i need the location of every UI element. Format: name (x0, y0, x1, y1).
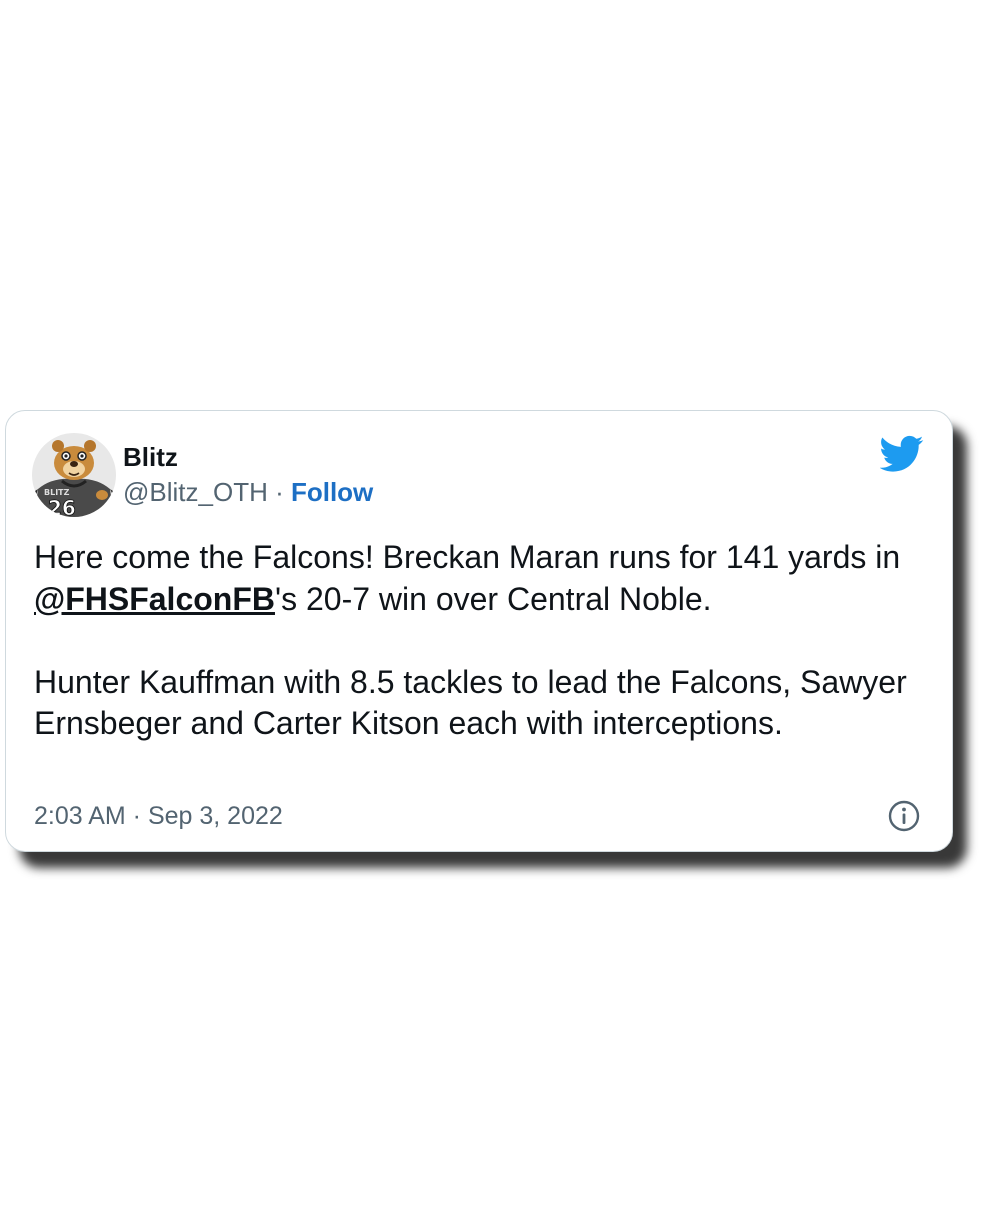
tweet-time: 2:03 AM (34, 802, 126, 830)
tweet-paragraph-1: Here come the Falcons! Breckan Maran run… (34, 537, 934, 620)
author-name[interactable]: Blitz (123, 442, 178, 472)
author-avatar[interactable]: BLITZ 26 (32, 433, 116, 517)
tweet-date: Sep 3, 2022 (147, 802, 283, 830)
avatar-jersey-number: 26 (48, 496, 76, 517)
tweet-card[interactable]: BLITZ 26 Blitz @Blitz_OTH · Follow Here … (5, 410, 953, 852)
tweet-timestamp[interactable]: 2:03 AM · Sep 3, 2022 (34, 801, 283, 831)
tweet-text-prefix: Here come the Falcons! Breckan Maran run… (34, 539, 901, 575)
info-icon[interactable] (888, 800, 920, 832)
twitter-bird-icon[interactable] (879, 435, 924, 473)
avatar-image: BLITZ 26 (32, 433, 116, 517)
tweet-text-suffix: 's 20-7 win over Central Noble. (274, 580, 712, 617)
tweet-paragraph-2: Hunter Kauffman with 8.5 tackles to lead… (34, 663, 907, 742)
tweet-header: BLITZ 26 Blitz @Blitz_OTH · Follow (6, 411, 952, 521)
tweet-text: Here come the Falcons! Breckan Maran run… (34, 537, 934, 745)
mention-link[interactable]: @FHSFalconFB (34, 581, 275, 617)
follow-button[interactable]: Follow (291, 477, 373, 507)
author-handle-line: @Blitz_OTH · Follow (123, 477, 373, 507)
page: BLITZ 26 Blitz @Blitz_OTH · Follow Here … (0, 0, 996, 1227)
handle-separator: · (267, 477, 291, 507)
timestamp-separator: · (125, 802, 148, 830)
author-handle[interactable]: @Blitz_OTH (123, 477, 268, 507)
